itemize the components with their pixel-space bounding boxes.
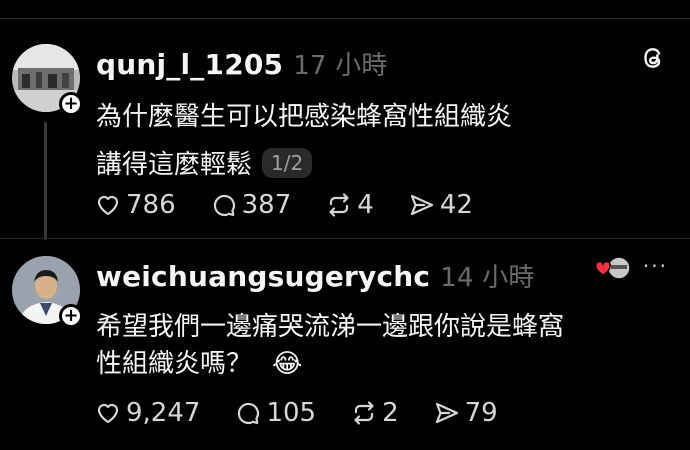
- share-button[interactable]: 79: [433, 398, 498, 428]
- post-username[interactable]: weichuangsugerychc 14 小時: [96, 257, 535, 294]
- heart-icon: [97, 403, 119, 424]
- share-button[interactable]: 42: [408, 190, 473, 220]
- post-text-line-2: 講得這麼輕鬆 1/2: [96, 144, 313, 181]
- username-text[interactable]: weichuangsugerychc: [96, 260, 430, 293]
- share-count: 42: [439, 190, 473, 220]
- thread-connector-line: [44, 122, 47, 240]
- repost-icon: [354, 401, 374, 425]
- like-count: 9,247: [126, 398, 201, 428]
- comment-icon: [238, 402, 260, 425]
- repost-count: 2: [382, 398, 399, 428]
- post-username[interactable]: qunj_l_1205 17 小時: [96, 45, 388, 82]
- post-text-line-1: 希望我們一邊痛哭流涕一邊跟你說是蜂窩: [96, 312, 565, 342]
- post-actions: 9,247 105 2 79: [94, 398, 532, 428]
- laughing-emoji: 😂: [272, 349, 303, 379]
- repost-button[interactable]: 4: [325, 190, 374, 220]
- post-text: 性組織炎嗎？: [96, 349, 253, 379]
- follow-plus-button[interactable]: +: [59, 92, 83, 116]
- username-text[interactable]: qunj_l_1205: [96, 48, 283, 81]
- comment-count: 105: [266, 398, 317, 428]
- like-count: 786: [126, 190, 176, 220]
- send-icon: [410, 194, 433, 216]
- more-options-icon[interactable]: ···: [643, 254, 668, 278]
- post-text: 講得這麼輕鬆: [96, 150, 253, 180]
- post-text-line-2: 性組織炎嗎？ 😂: [96, 343, 302, 380]
- comment-icon: [213, 194, 235, 217]
- share-count: 79: [464, 398, 498, 428]
- post-divider: [0, 238, 690, 239]
- send-icon: [435, 402, 458, 424]
- author-liked-badge: [594, 256, 632, 284]
- post-timestamp: 14 小時: [440, 263, 535, 293]
- repost-count: 4: [357, 190, 374, 220]
- top-divider: [0, 0, 690, 19]
- heart-icon: [97, 195, 119, 216]
- like-button[interactable]: 9,247: [94, 398, 200, 428]
- follow-plus-button[interactable]: +: [59, 304, 83, 328]
- comment-count: 387: [241, 190, 292, 220]
- like-button[interactable]: 786: [94, 190, 176, 220]
- repost-button[interactable]: 2: [350, 398, 399, 428]
- page-counter-badge: 1/2: [262, 148, 313, 178]
- post-text-line-1: 為什麼醫生可以把感染蜂窩性組織炎: [96, 102, 513, 132]
- post-timestamp: 17 小時: [293, 51, 388, 81]
- repost-icon: [329, 193, 349, 217]
- post-actions: 786 387 4 42: [94, 190, 507, 220]
- threads-logo-icon[interactable]: [640, 44, 668, 76]
- comment-button[interactable]: 105: [234, 398, 316, 428]
- comment-button[interactable]: 387: [210, 190, 292, 220]
